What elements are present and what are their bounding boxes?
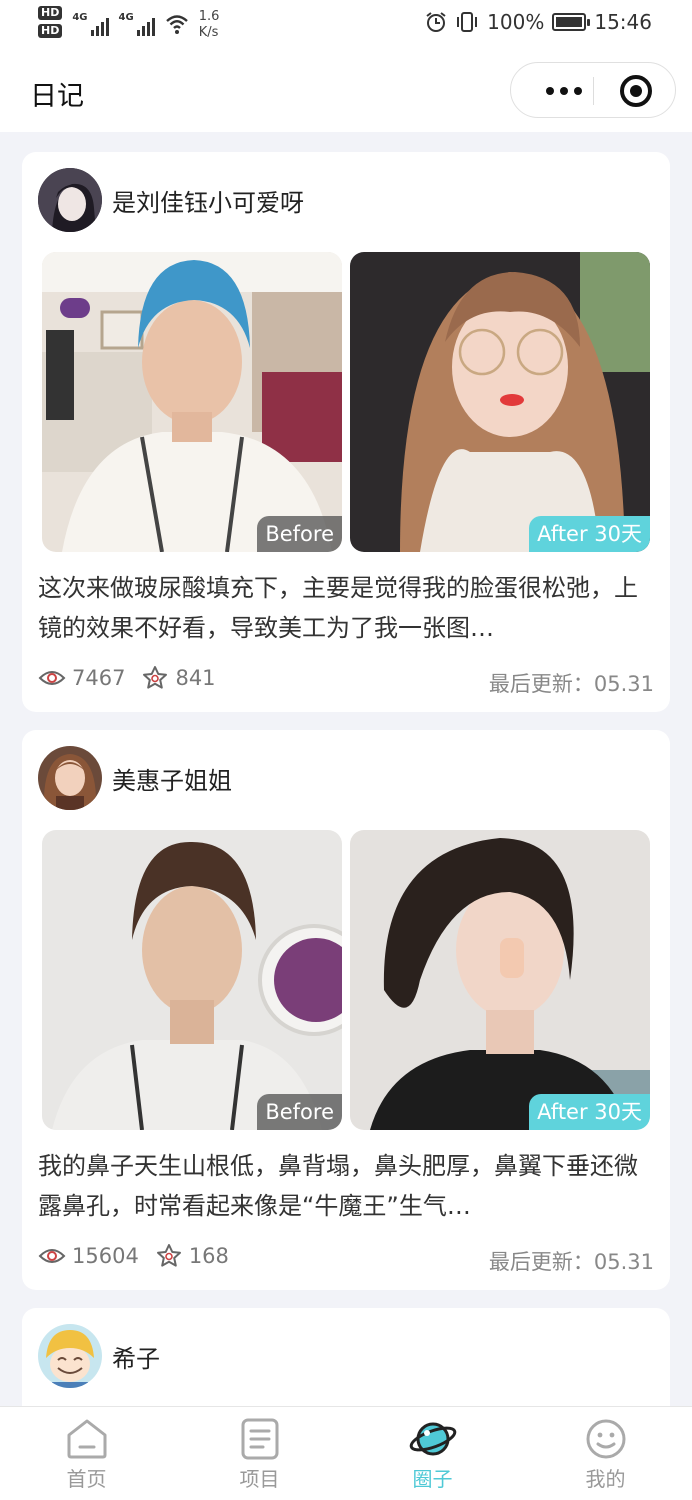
username[interactable]: 是刘佳钰小可爱呀	[112, 183, 304, 218]
smiley-icon	[586, 1419, 625, 1459]
likes-stat[interactable]: 841	[141, 664, 216, 692]
after-photo[interactable]: After 30天	[350, 252, 650, 552]
before-photo[interactable]: Before	[42, 252, 342, 552]
post-card[interactable]: 是刘佳钰小可爱呀 Before After 30天 这次来做玻尿酸填充下，主要是…	[22, 152, 670, 712]
last-updated: 最后更新：05.31	[488, 1250, 654, 1274]
wifi-icon	[165, 15, 188, 34]
after-photo-image	[350, 252, 650, 552]
views-count: 7467	[72, 666, 126, 690]
tab-label: 首页	[66, 1467, 107, 1491]
username[interactable]: 美惠子姐姐	[112, 761, 232, 796]
likes-count: 841	[175, 666, 216, 690]
hd-indicator-1: HD	[38, 6, 63, 20]
before-photo-image	[42, 252, 342, 552]
hd-indicator-2: HD	[38, 24, 63, 38]
last-updated: 最后更新：05.31	[488, 672, 654, 696]
avatar[interactable]	[38, 1324, 102, 1388]
home-icon	[67, 1419, 106, 1459]
tab-circle[interactable]: 圈子	[346, 1407, 519, 1500]
likes-stat[interactable]: 168	[155, 1242, 229, 1270]
status-bar: HD HD 4G 4G 1.6 K/s 100% 15:46	[0, 0, 692, 52]
more-button[interactable]	[529, 63, 599, 119]
eye-icon	[38, 671, 66, 685]
network-speed: 1.6 K/s	[198, 9, 220, 40]
after-photo-image	[350, 830, 650, 1130]
document-icon	[241, 1418, 278, 1460]
clock: 15:46	[594, 10, 652, 34]
eye-icon	[38, 1249, 66, 1263]
views-count: 15604	[72, 1244, 139, 1268]
battery-icon	[552, 13, 591, 31]
after-photo[interactable]: After 30天	[350, 830, 650, 1130]
tab-home[interactable]: 首页	[0, 1407, 173, 1500]
avatar[interactable]	[38, 746, 102, 810]
username[interactable]: 希子	[112, 1339, 160, 1374]
vibrate-icon	[457, 12, 478, 32]
avatar[interactable]	[38, 168, 102, 232]
post-card[interactable]: 美惠子姐姐 Before After 30天 我的鼻子天生山根低，鼻背塌，鼻头肥…	[22, 730, 670, 1290]
close-miniprogram-icon[interactable]	[620, 75, 652, 107]
star-icon	[143, 666, 168, 689]
tab-projects[interactable]: 项目	[173, 1407, 346, 1500]
tab-label: 我的	[585, 1467, 626, 1491]
tab-bar: 首页 项目 圈子 我的	[0, 1406, 692, 1500]
before-tag: Before	[257, 516, 342, 552]
star-icon	[156, 1244, 181, 1267]
signal-icon: 4G	[72, 12, 109, 36]
tab-label: 项目	[239, 1467, 280, 1491]
views-stat: 7467	[38, 666, 125, 690]
alarm-icon	[426, 12, 446, 32]
nav-bar: 日记	[0, 52, 692, 132]
views-stat: 15604	[38, 1244, 139, 1268]
after-tag: After 30天	[529, 1094, 650, 1130]
post-excerpt[interactable]: 我的鼻子天生山根低，鼻背塌，鼻头肥厚，鼻翼下垂还微露鼻孔，时常看起来像是“牛魔王…	[38, 1146, 638, 1226]
tab-label: 圈子	[412, 1467, 453, 1491]
page-title: 日记	[30, 81, 84, 112]
before-photo[interactable]: Before	[42, 830, 342, 1130]
signal-icon-2: 4G	[119, 12, 155, 36]
tab-mine[interactable]: 我的	[519, 1407, 692, 1500]
post-excerpt[interactable]: 这次来做玻尿酸填充下，主要是觉得我的脸蛋很松弛，上镜的效果不好看，导致美工为了我…	[38, 568, 638, 648]
before-photo-image	[42, 830, 342, 1130]
after-tag: After 30天	[529, 516, 650, 552]
likes-count: 168	[188, 1244, 229, 1268]
planet-icon	[409, 1422, 456, 1456]
battery-percent: 100%	[487, 10, 545, 34]
mini-program-capsule	[510, 62, 676, 118]
before-tag: Before	[257, 1094, 342, 1130]
